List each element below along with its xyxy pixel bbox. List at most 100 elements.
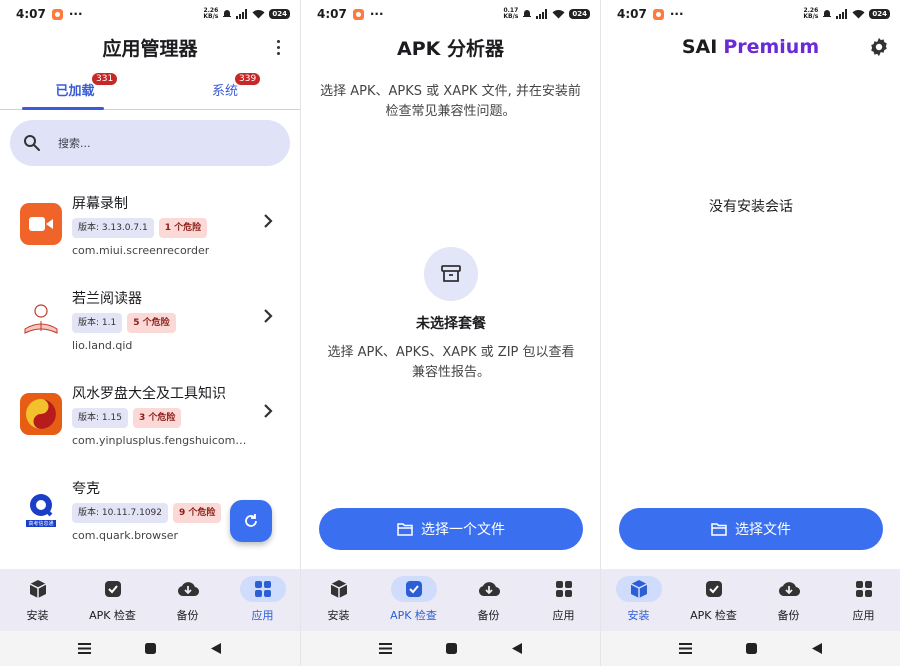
- notification-app-icon: [652, 8, 664, 20]
- search-placeholder: 搜索...: [58, 137, 91, 150]
- page-title: APK 分析器: [397, 37, 504, 60]
- home-icon[interactable]: [744, 642, 758, 656]
- signal-icon: [836, 9, 848, 19]
- check-badge-icon: [104, 581, 121, 597]
- compass-icon: [20, 393, 62, 435]
- nav-apk-check[interactable]: APK 检查: [676, 569, 751, 631]
- empty-state: 没有安装会话: [709, 199, 793, 215]
- package-box-icon: [330, 580, 347, 598]
- empty-state: 未选择套餐 选择 APK、APKS、XAPK 或 ZIP 包以查看兼容性报告。: [301, 247, 600, 383]
- back-icon[interactable]: [510, 642, 524, 656]
- folder-open-icon: [397, 522, 413, 536]
- nav-apps[interactable]: 应用: [225, 569, 300, 631]
- screen-recorder-icon: [20, 203, 62, 245]
- count-badge: 339: [235, 73, 261, 85]
- nav-install[interactable]: 安装: [301, 569, 376, 631]
- home-icon[interactable]: [143, 642, 157, 656]
- more-notifications-icon: ···: [669, 7, 684, 21]
- gear-icon[interactable]: [868, 36, 890, 58]
- menu-icon[interactable]: [678, 642, 692, 656]
- menu-icon[interactable]: [378, 642, 392, 656]
- apk-analyzer-screen: 4:07 ··· 0.17 KB/s 024 APK 分析器 选择 APK、APK…: [300, 0, 600, 666]
- nav-apk-check[interactable]: APK 检查: [376, 569, 451, 631]
- risk-badge: 5 个危险: [127, 313, 176, 333]
- clock: 4:07: [617, 7, 647, 21]
- tab-system[interactable]: 系统 339: [150, 70, 300, 109]
- bottom-nav: 安装 APK 检查 备份 应用: [301, 569, 600, 631]
- package-name: com.yinplusplus.fengshuicompass: [72, 434, 250, 447]
- status-bar: 4:07 ··· 2.26 KB/s 024: [601, 0, 900, 28]
- empty-description: 选择 APK、APKS、XAPK 或 ZIP 包以查看兼容性报告。: [327, 345, 575, 380]
- package-name: lio.land.qid: [72, 339, 133, 352]
- risk-badge: 3 个危险: [132, 408, 182, 428]
- battery-icon: 024: [569, 9, 590, 19]
- version-badge: 版本: 1.15: [72, 408, 128, 428]
- more-notifications-icon: ···: [369, 7, 384, 21]
- notification-app-icon: [51, 8, 63, 20]
- signal-icon: [536, 9, 548, 19]
- menu-icon[interactable]: [77, 642, 91, 656]
- app-name: 屏幕录制: [72, 196, 128, 212]
- status-bar: 4:07 ··· 0.17 KB/s 024: [301, 0, 600, 28]
- package-box-icon: [29, 580, 46, 598]
- apps-grid-icon: [555, 581, 572, 597]
- wifi-icon: [252, 10, 265, 19]
- select-file-button[interactable]: 选择文件: [619, 508, 883, 550]
- signal-icon: [236, 9, 248, 19]
- chevron-right-icon[interactable]: [262, 404, 274, 418]
- chevron-right-icon[interactable]: [262, 214, 274, 228]
- page-title: SAI Premium: [601, 28, 900, 66]
- bell-icon: [823, 10, 832, 17]
- archive-icon: [424, 247, 478, 301]
- bottom-nav: 安装 APK 检查 备份 应用: [0, 569, 300, 631]
- back-icon[interactable]: [810, 642, 824, 656]
- quark-icon: 高考信息通: [20, 488, 62, 530]
- clock: 4:07: [317, 7, 347, 21]
- select-file-button[interactable]: 选择一个文件: [319, 508, 583, 550]
- version-badge: 版本: 1.1: [72, 313, 123, 333]
- nav-install[interactable]: 安装: [0, 569, 75, 631]
- nav-apps[interactable]: 应用: [826, 569, 900, 631]
- nav-backup[interactable]: 备份: [451, 569, 526, 631]
- wifi-icon: [552, 10, 565, 19]
- reader-icon: [20, 298, 62, 340]
- refresh-icon: [245, 514, 257, 527]
- network-speed: 2.26 KB/s: [203, 7, 219, 20]
- app-name: 夸克: [72, 481, 100, 497]
- battery-icon: 024: [269, 9, 290, 19]
- nav-install[interactable]: 安装: [601, 569, 676, 631]
- nav-apk-check[interactable]: APK 检查: [75, 569, 150, 631]
- list-item[interactable]: 屏幕录制 版本: 3.13.0.7.1 1 个危险 com.miui.scree…: [0, 180, 300, 275]
- wifi-icon: [852, 10, 865, 19]
- system-nav-bar: [0, 631, 300, 666]
- apps-grid-icon: [855, 581, 872, 597]
- app-name: 风水罗盘大全及工具知识: [72, 386, 226, 402]
- tab-loaded[interactable]: 已加载 331: [0, 70, 150, 110]
- nav-backup[interactable]: 备份: [751, 569, 826, 631]
- more-notifications-icon: ···: [68, 7, 83, 21]
- page-description: 选择 APK、APKS 或 XAPK 文件, 并在安装前检查常见兼容性问题。: [320, 84, 581, 119]
- search-input[interactable]: 搜索...: [10, 120, 290, 166]
- folder-open-icon: [711, 522, 727, 536]
- app-manager-screen: 4:07 ··· 2.26KB/s 024 应用管理器 已加载 331 系统: [0, 0, 300, 666]
- system-nav-bar: [301, 631, 600, 666]
- refresh-button[interactable]: [230, 500, 272, 542]
- bottom-nav: 安装 APK 检查 备份 应用: [601, 569, 900, 631]
- network-speed: 2.26 KB/s: [803, 7, 819, 20]
- home-icon[interactable]: [444, 642, 458, 656]
- app-name: 若兰阅读器: [72, 291, 142, 307]
- search-icon: [24, 135, 40, 151]
- list-item[interactable]: 风水罗盘大全及工具知识 版本: 1.15 3 个危险 com.yinpluspl…: [0, 370, 300, 465]
- version-badge: 版本: 10.11.7.1092: [72, 503, 169, 523]
- chevron-right-icon[interactable]: [262, 309, 274, 323]
- more-options-icon[interactable]: [270, 37, 286, 57]
- clock: 4:07: [16, 7, 46, 21]
- nav-apps[interactable]: 应用: [526, 569, 600, 631]
- back-icon[interactable]: [209, 642, 223, 656]
- sai-install-screen: 4:07 ··· 2.26 KB/s 024 SAI Premium 没有安装会话…: [600, 0, 900, 666]
- version-badge: 版本: 3.13.0.7.1: [72, 218, 154, 238]
- list-item[interactable]: 若兰阅读器 版本: 1.1 5 个危险 lio.land.qid: [0, 275, 300, 370]
- empty-title: 未选择套餐: [416, 316, 486, 332]
- cloud-download-icon: [478, 582, 500, 597]
- nav-backup[interactable]: 备份: [150, 569, 225, 631]
